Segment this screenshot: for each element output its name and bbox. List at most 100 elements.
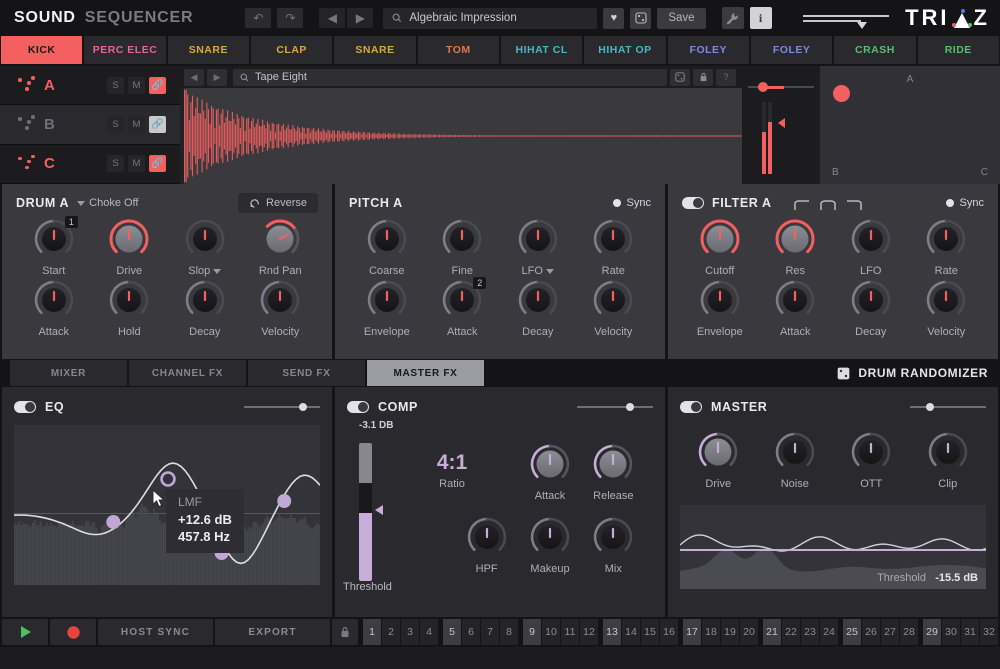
redo-icon[interactable]: ↷ xyxy=(277,8,303,28)
knob-dial[interactable] xyxy=(32,279,76,323)
step-1[interactable]: 1 xyxy=(363,619,381,645)
knob-dial[interactable] xyxy=(696,431,740,475)
knob-dial[interactable] xyxy=(591,516,635,560)
knob-lfo[interactable]: LFO xyxy=(500,218,576,277)
eq-mix-slider[interactable] xyxy=(244,401,320,413)
knob-dial[interactable] xyxy=(516,279,560,323)
export-button[interactable]: EXPORT xyxy=(215,619,330,645)
dice-icon[interactable] xyxy=(630,8,651,29)
prev-sample-icon[interactable]: ◀ xyxy=(184,69,204,86)
knob-attack[interactable]: Attack xyxy=(518,443,581,502)
knob-dial[interactable] xyxy=(440,218,484,262)
knob-dial[interactable] xyxy=(365,279,409,323)
step-8[interactable]: 8 xyxy=(500,619,518,645)
bandpass-icon[interactable] xyxy=(820,198,836,209)
pitch-sync-toggle[interactable]: Sync xyxy=(613,197,651,209)
step-11[interactable]: 11 xyxy=(561,619,579,645)
eq-enable-toggle[interactable] xyxy=(14,401,36,413)
knob-fine[interactable]: Fine xyxy=(425,218,501,277)
layer-mute-button[interactable]: M xyxy=(128,116,145,133)
abc-xy-pad[interactable]: A B C xyxy=(820,66,1000,184)
step-32[interactable]: 32 xyxy=(980,619,998,645)
knob-dial[interactable] xyxy=(849,431,893,475)
info-icon[interactable]: i xyxy=(750,7,772,29)
knob-drive[interactable]: Drive xyxy=(92,218,168,277)
step-4[interactable]: 4 xyxy=(420,619,438,645)
knob-slop[interactable]: Slop xyxy=(167,218,243,277)
chevron-down-icon[interactable] xyxy=(213,269,221,274)
knob-dial[interactable] xyxy=(528,516,572,560)
knob-ott[interactable]: OTT xyxy=(833,431,910,490)
filter-enable-toggle[interactable] xyxy=(682,197,704,209)
knob-dial[interactable] xyxy=(258,218,302,262)
knob-velocity[interactable]: Velocity xyxy=(909,279,985,338)
knob-dial[interactable] xyxy=(516,218,560,262)
master-meter-display[interactable]: Threshold -15.5 dB xyxy=(680,505,986,589)
master-volume-slider[interactable] xyxy=(803,8,889,28)
layer-link-button[interactable]: 🔗 xyxy=(149,77,166,94)
knob-envelope[interactable]: Envelope xyxy=(349,279,425,338)
step-21[interactable]: 21 xyxy=(763,619,781,645)
knob-rnd-pan[interactable]: Rnd Pan xyxy=(243,218,319,277)
step-29[interactable]: 29 xyxy=(923,619,941,645)
step-19[interactable]: 19 xyxy=(721,619,739,645)
step-18[interactable]: 18 xyxy=(702,619,720,645)
step-24[interactable]: 24 xyxy=(820,619,838,645)
next-preset-icon[interactable]: ▶ xyxy=(347,8,373,28)
drum-tab-clap[interactable]: CLAP xyxy=(251,36,332,64)
step-14[interactable]: 14 xyxy=(622,619,640,645)
brand-secondary[interactable]: SEQUENCER xyxy=(85,9,194,27)
step-15[interactable]: 15 xyxy=(641,619,659,645)
preset-browser[interactable]: Algebraic Impression xyxy=(383,8,597,29)
knob-noise[interactable]: Noise xyxy=(757,431,834,490)
knob-velocity[interactable]: Velocity xyxy=(243,279,319,338)
knob-envelope[interactable]: Envelope xyxy=(682,279,758,338)
play-button[interactable] xyxy=(2,619,48,645)
drum-tab-foley[interactable]: FOLEY xyxy=(668,36,749,64)
lock-icon[interactable] xyxy=(332,619,358,645)
eq-curve-display[interactable]: LMF +12.6 dB 457.8 Hz xyxy=(14,425,320,585)
layer-row-B[interactable]: BSM🔗 xyxy=(0,105,180,144)
step-17[interactable]: 17 xyxy=(683,619,701,645)
knob-dial[interactable] xyxy=(849,218,893,262)
step-26[interactable]: 26 xyxy=(862,619,880,645)
layer-solo-button[interactable]: S xyxy=(107,116,124,133)
drum-tab-perc-elec[interactable]: PERC ELEC xyxy=(84,36,165,64)
fx-tab-mixer[interactable]: MIXER xyxy=(10,360,127,386)
step-13[interactable]: 13 xyxy=(603,619,621,645)
knob-hold[interactable]: Hold xyxy=(92,279,168,338)
step-20[interactable]: 20 xyxy=(740,619,758,645)
slider-handle[interactable] xyxy=(857,22,867,29)
comp-enable-toggle[interactable] xyxy=(347,401,369,413)
knob-clip[interactable]: Clip xyxy=(910,431,987,490)
layer-link-button[interactable]: 🔗 xyxy=(149,155,166,172)
knob-velocity[interactable]: Velocity xyxy=(576,279,652,338)
layer-mute-button[interactable]: M xyxy=(128,155,145,172)
knob-release[interactable]: Release xyxy=(582,443,645,502)
knob-dial[interactable] xyxy=(365,218,409,262)
sample-browser[interactable]: Tape Eight xyxy=(233,69,667,86)
step-22[interactable]: 22 xyxy=(782,619,800,645)
knob-attack[interactable]: Attack xyxy=(758,279,834,338)
fx-tab-master-fx[interactable]: MASTER FX xyxy=(367,360,484,386)
drum-tab-snare[interactable]: SNARE xyxy=(334,36,415,64)
prev-preset-icon[interactable]: ◀ xyxy=(319,8,345,28)
knob-hpf[interactable]: HPF xyxy=(455,516,518,575)
next-sample-icon[interactable]: ▶ xyxy=(207,69,227,86)
knob-dial[interactable] xyxy=(849,279,893,323)
volume-handle[interactable] xyxy=(758,82,768,92)
xy-handle[interactable] xyxy=(833,85,850,102)
step-10[interactable]: 10 xyxy=(542,619,560,645)
dice-icon[interactable] xyxy=(670,69,690,86)
knob-lfo[interactable]: LFO xyxy=(833,218,909,277)
knob-dial[interactable] xyxy=(924,279,968,323)
knob-dial[interactable] xyxy=(183,279,227,323)
master-mix-slider[interactable] xyxy=(910,401,986,413)
wrench-icon[interactable] xyxy=(722,7,744,29)
knob-dial[interactable] xyxy=(773,218,817,262)
fx-tab-channel-fx[interactable]: CHANNEL FX xyxy=(129,360,246,386)
record-button[interactable] xyxy=(50,619,96,645)
step-28[interactable]: 28 xyxy=(900,619,918,645)
step-5[interactable]: 5 xyxy=(443,619,461,645)
knob-mix[interactable]: Mix xyxy=(582,516,645,575)
